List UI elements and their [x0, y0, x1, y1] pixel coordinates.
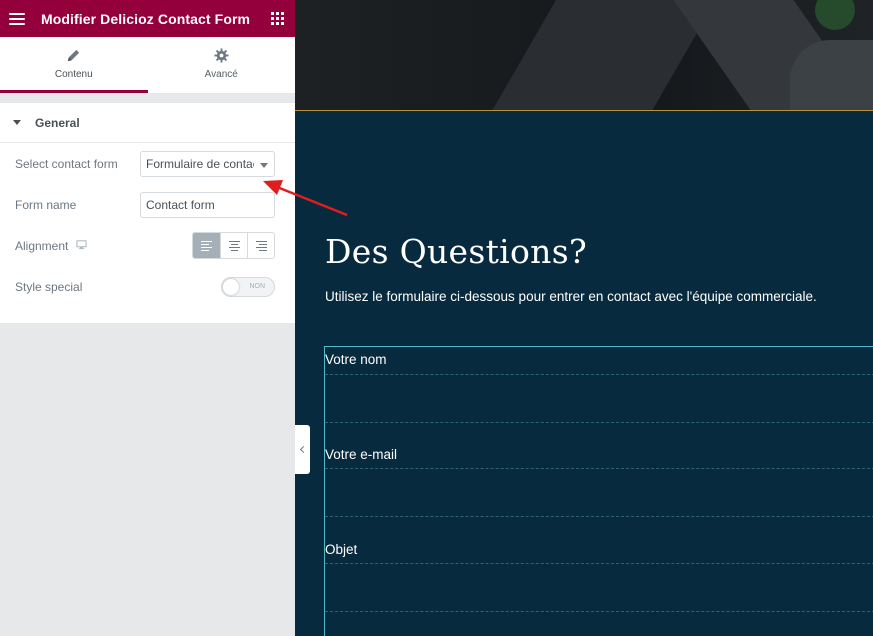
- style-special-toggle[interactable]: NON: [221, 276, 275, 297]
- panel-title: Modifier Delicioz Contact Form: [40, 10, 251, 27]
- dropdown-arrow-icon: [260, 162, 268, 168]
- hamburger-icon[interactable]: [2, 0, 32, 37]
- align-right-icon: [255, 240, 267, 251]
- preview-heading: Des Questions?: [325, 232, 587, 271]
- control-style-special: Style special NON: [15, 266, 275, 307]
- chevron-left-icon: [299, 445, 308, 454]
- email-input-bottom[interactable]: [325, 516, 873, 517]
- align-left-icon: [201, 240, 212, 251]
- section-title: General: [35, 115, 80, 130]
- grid-icon[interactable]: [259, 0, 295, 37]
- panel-tabs: Contenu Avancé: [0, 37, 295, 93]
- form-name-input[interactable]: Contact form: [140, 191, 275, 218]
- field-label-name: Votre nom: [325, 352, 387, 367]
- name-input-top: [325, 374, 873, 375]
- section-header-general[interactable]: General: [0, 103, 295, 143]
- align-right-button[interactable]: [247, 233, 274, 258]
- email-input-top: [325, 468, 873, 469]
- general-section: General Select contact form Formulaire d…: [0, 103, 295, 323]
- alignment-choices: [192, 232, 275, 259]
- control-label: Select contact form: [15, 156, 118, 171]
- control-label: Style special: [15, 279, 83, 294]
- desktop-icon[interactable]: [76, 239, 87, 253]
- control-alignment: Alignment: [15, 225, 275, 266]
- select-value: Formulaire de contact 1: [146, 156, 254, 171]
- subject-input-top: [325, 563, 873, 564]
- editor-sidebar: Modifier Delicioz Contact Form Contenu A…: [0, 0, 295, 636]
- toggle-text: NON: [249, 283, 265, 290]
- preview-subtitle: Utilisez le formulaire ci-dessous pour e…: [325, 289, 817, 304]
- name-input-bottom[interactable]: [325, 422, 873, 423]
- caret-down-icon: [13, 120, 21, 125]
- page-preview: Des Questions? Utilisez le formulaire ci…: [295, 0, 873, 636]
- control-label: Form name: [15, 197, 77, 212]
- tab-contenu[interactable]: Contenu: [0, 37, 148, 93]
- control-form-name: Form name Contact form: [15, 184, 275, 225]
- field-label-email: Votre e-mail: [325, 447, 398, 462]
- collapse-panel-button[interactable]: [295, 425, 310, 474]
- align-center-button[interactable]: [220, 233, 247, 258]
- align-left-button[interactable]: [193, 233, 220, 258]
- hero-image: [295, 0, 873, 111]
- field-label-subject: Objet: [325, 542, 358, 557]
- control-label: Alignment: [15, 238, 69, 253]
- align-center-icon: [228, 240, 240, 251]
- toggle-knob: [223, 278, 239, 295]
- editor-topbar: Modifier Delicioz Contact Form: [0, 0, 295, 37]
- contact-form-widget[interactable]: Votre nom Votre e-mail Objet: [324, 346, 873, 636]
- gear-icon: [214, 47, 229, 63]
- control-select-contact-form: Select contact form Formulaire de contac…: [15, 143, 275, 184]
- pencil-icon: [68, 49, 80, 61]
- tab-label: Avancé: [204, 68, 238, 80]
- subject-input-bottom[interactable]: [325, 611, 873, 612]
- tab-label: Contenu: [54, 68, 93, 80]
- contact-form-select[interactable]: Formulaire de contact 1: [140, 150, 275, 177]
- tab-avance[interactable]: Avancé: [147, 37, 295, 93]
